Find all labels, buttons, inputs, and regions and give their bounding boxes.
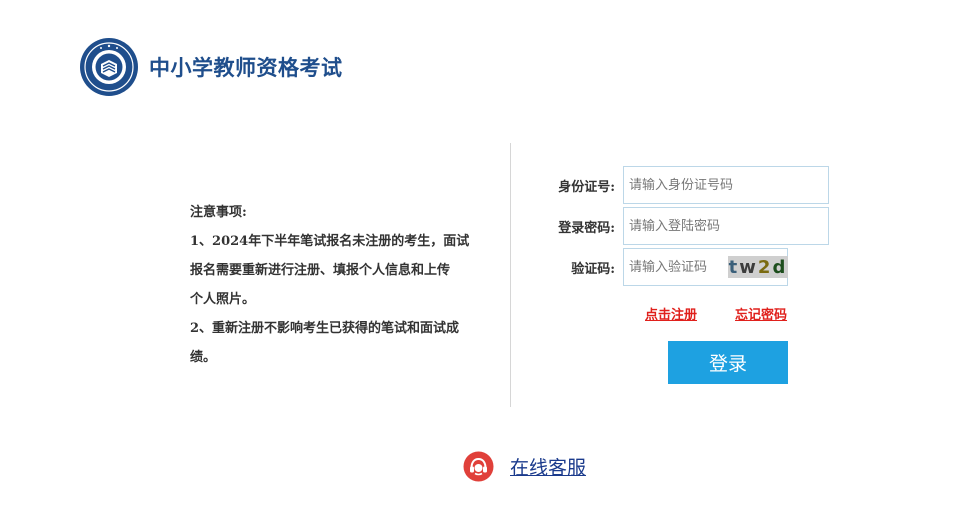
- online-service-link[interactable]: 在线客服: [510, 453, 586, 480]
- login-button[interactable]: 登录: [668, 341, 788, 384]
- captcha-row: 验证码: t w 2 d: [530, 248, 788, 286]
- password-row: 登录密码:: [530, 207, 829, 245]
- online-service: 在线客服: [463, 451, 586, 482]
- notice-line: 个人照片。: [190, 292, 256, 307]
- site-logo: 中小学教师资格考试: [79, 37, 343, 97]
- notice-heading: 注意事项:: [190, 205, 247, 220]
- id-number-input[interactable]: [623, 166, 829, 204]
- notice-line: 报名需要重新进行注册、填报个人信息和上传: [190, 263, 451, 278]
- headset-icon[interactable]: [463, 451, 494, 482]
- site-title: 中小学教师资格考试: [149, 56, 343, 80]
- captcha-char: t: [728, 256, 740, 278]
- captcha-label: 验证码:: [571, 261, 615, 277]
- captcha-char: w: [739, 256, 758, 278]
- notice-panel: 注意事项: 1、2024年下半年笔试报名未注册的考生，面试 报名需要重新进行注册…: [190, 198, 500, 372]
- notice-line: 2、重新注册不影响考生已获得的笔试和面试成: [190, 321, 460, 336]
- notice-line: 绩。: [190, 350, 217, 365]
- captcha-field: t w 2 d: [623, 248, 788, 286]
- captcha-image[interactable]: t w 2 d: [728, 256, 788, 278]
- password-label: 登录密码:: [558, 220, 615, 236]
- exam-emblem-icon: [80, 38, 138, 96]
- forgot-password-link[interactable]: 忘记密码: [735, 304, 787, 323]
- vertical-divider: [510, 143, 511, 407]
- auth-links: 点击注册 忘记密码: [645, 304, 787, 323]
- captcha-char: 2: [757, 256, 773, 278]
- captcha-char: d: [772, 256, 788, 278]
- id-number-row: 身份证号:: [530, 166, 829, 204]
- notice-line: 1、2024年下半年笔试报名未注册的考生，面试: [190, 234, 470, 249]
- register-link[interactable]: 点击注册: [645, 304, 697, 323]
- captcha-input[interactable]: [624, 249, 724, 285]
- id-number-label: 身份证号:: [558, 179, 615, 195]
- password-input[interactable]: [623, 207, 829, 245]
